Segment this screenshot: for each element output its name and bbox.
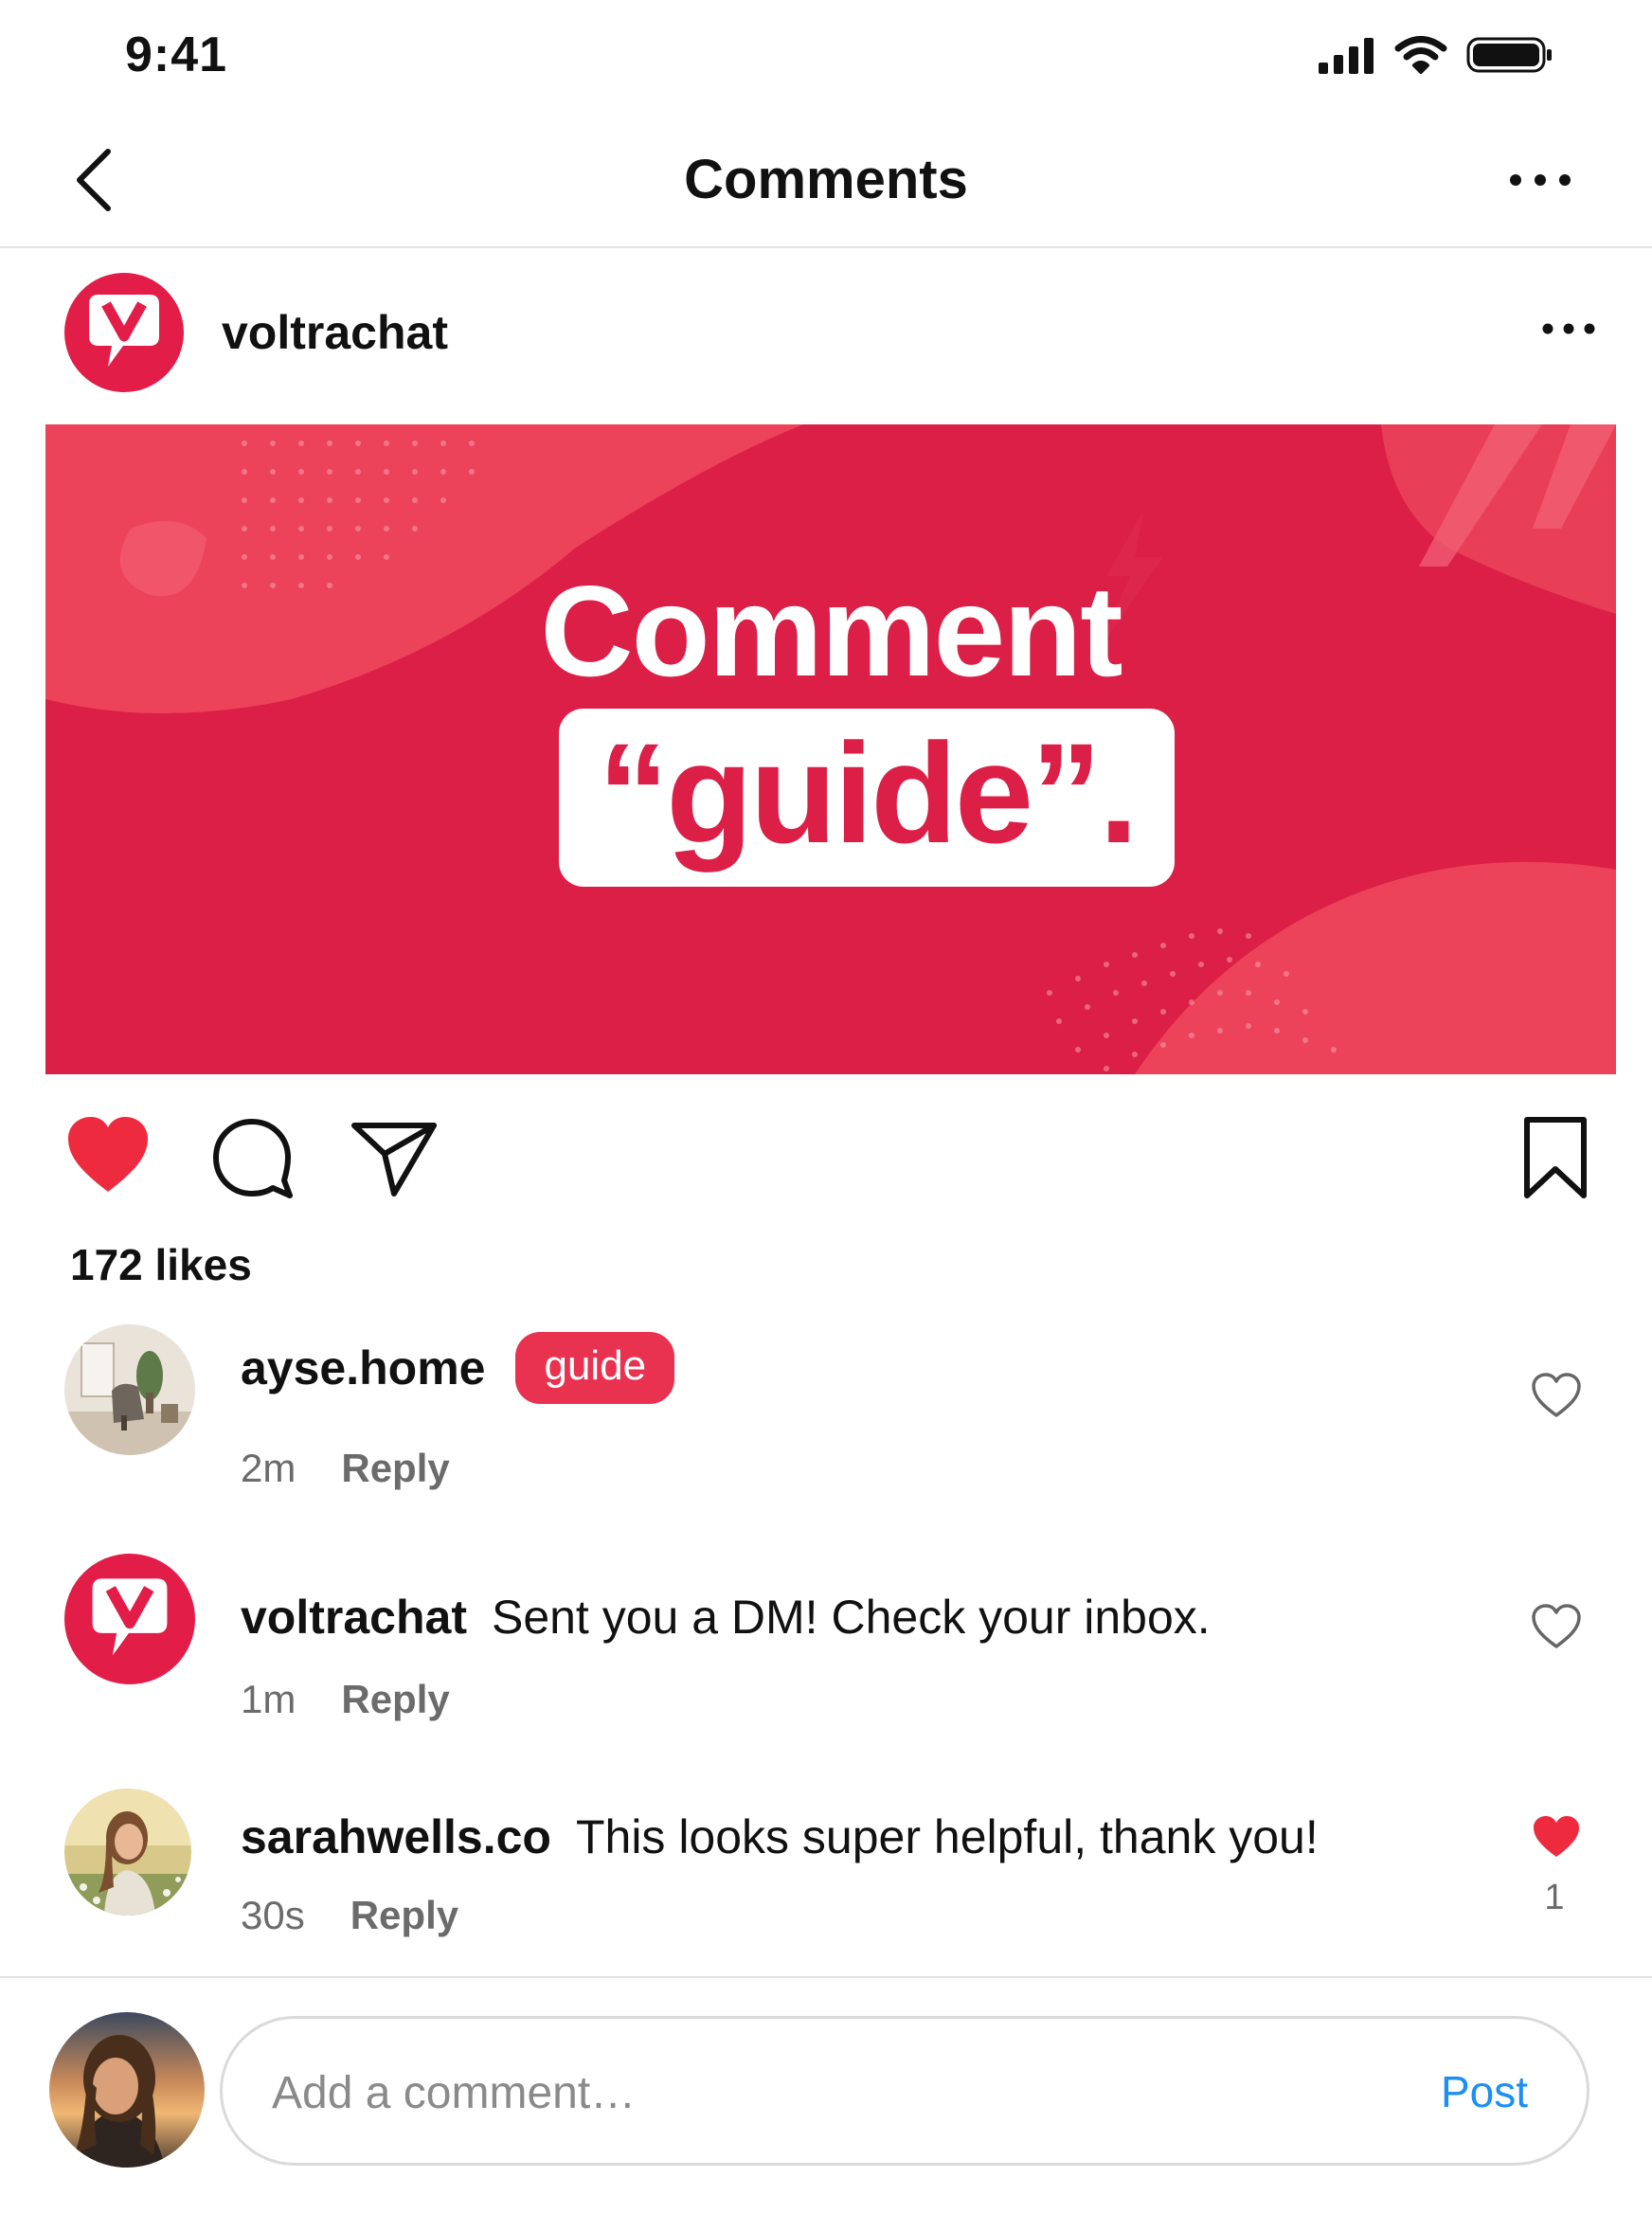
room-photo bbox=[64, 1324, 195, 1455]
status-time: 9:41 bbox=[125, 27, 228, 82]
battery-icon bbox=[1466, 37, 1552, 73]
comment-body: voltrachat Sent you a DM! Check your inb… bbox=[241, 1590, 1211, 1645]
avatar[interactable] bbox=[64, 273, 184, 392]
comment-text: This looks super helpful, thank you! bbox=[575, 1810, 1319, 1863]
brand-logo-icon bbox=[89, 295, 159, 367]
comment-meta: 30s Reply bbox=[241, 1893, 458, 1938]
comment-username[interactable]: voltrachat bbox=[241, 1590, 467, 1645]
heart-icon[interactable] bbox=[64, 1114, 152, 1196]
reply-button[interactable]: Reply bbox=[341, 1446, 449, 1491]
avatar[interactable] bbox=[64, 1789, 191, 1916]
heart-outline-icon[interactable] bbox=[1531, 1603, 1582, 1650]
comment-body: sarahwells.co This looks super helpful, … bbox=[241, 1809, 1319, 1864]
comments-screen: 9:41 Comments voltrachat Comment “guide”… bbox=[0, 0, 1652, 2213]
signal-icon bbox=[1319, 38, 1374, 74]
nav-bar: Comments bbox=[0, 114, 1652, 248]
comment-meta: 1m Reply bbox=[241, 1677, 450, 1722]
avatar[interactable] bbox=[64, 1554, 195, 1684]
portrait-photo bbox=[49, 2012, 205, 2168]
post-username[interactable]: voltrachat bbox=[222, 305, 448, 360]
post-header: voltrachat bbox=[0, 248, 1652, 421]
comment-item: sarahwells.co This looks super helpful, … bbox=[0, 1789, 1652, 1950]
comment-username[interactable]: sarahwells.co bbox=[241, 1809, 551, 1864]
banner-headline: Comment bbox=[540, 559, 1122, 703]
status-bar: 9:41 bbox=[0, 0, 1652, 114]
reply-button[interactable]: Reply bbox=[350, 1893, 458, 1938]
banner-keyword-pill: “guide”. bbox=[559, 709, 1175, 887]
more-icon[interactable] bbox=[1538, 305, 1599, 352]
likes-count[interactable]: 172 likes bbox=[70, 1239, 252, 1290]
comment-item: ayse.home guide 2m Reply bbox=[0, 1324, 1652, 1504]
heart-outline-icon[interactable] bbox=[1531, 1372, 1582, 1419]
comment-input-container: Post bbox=[220, 2016, 1589, 2166]
post-button[interactable]: Post bbox=[1441, 2066, 1528, 2117]
portrait-photo bbox=[64, 1789, 191, 1916]
comment-body: ayse.home guide bbox=[241, 1332, 675, 1404]
avatar[interactable] bbox=[49, 2012, 205, 2168]
send-icon[interactable] bbox=[350, 1118, 438, 1197]
comment-meta: 2m Reply bbox=[241, 1446, 450, 1491]
wifi-icon bbox=[1394, 36, 1447, 74]
comment-bubble-icon[interactable] bbox=[210, 1116, 294, 1199]
avatar[interactable] bbox=[64, 1324, 195, 1455]
reply-button[interactable]: Reply bbox=[341, 1677, 449, 1722]
comment-text: Sent you a DM! Check your inbox. bbox=[491, 1591, 1211, 1644]
keyword-chip: guide bbox=[515, 1332, 675, 1404]
comment-time: 1m bbox=[241, 1677, 296, 1721]
comment-time: 30s bbox=[241, 1893, 305, 1937]
bookmark-icon[interactable] bbox=[1521, 1116, 1589, 1199]
comment-input[interactable] bbox=[272, 2057, 1314, 2129]
comment-username[interactable]: ayse.home bbox=[241, 1340, 485, 1395]
status-icons bbox=[1317, 36, 1553, 74]
comment-item: voltrachat Sent you a DM! Check your inb… bbox=[0, 1554, 1652, 1734]
post-image: Comment “guide”. bbox=[45, 424, 1616, 1074]
brand-logo-icon bbox=[92, 1578, 168, 1656]
banner-keyword: “guide”. bbox=[598, 713, 1139, 873]
post-actions bbox=[0, 1105, 1652, 1209]
comment-like-count: 1 bbox=[1544, 1878, 1565, 1917]
comment-composer: Post bbox=[0, 1976, 1652, 2213]
more-icon[interactable] bbox=[1504, 152, 1576, 208]
heart-filled-icon[interactable] bbox=[1531, 1813, 1582, 1861]
page-title: Comments bbox=[684, 149, 968, 210]
comment-time: 2m bbox=[241, 1446, 296, 1490]
